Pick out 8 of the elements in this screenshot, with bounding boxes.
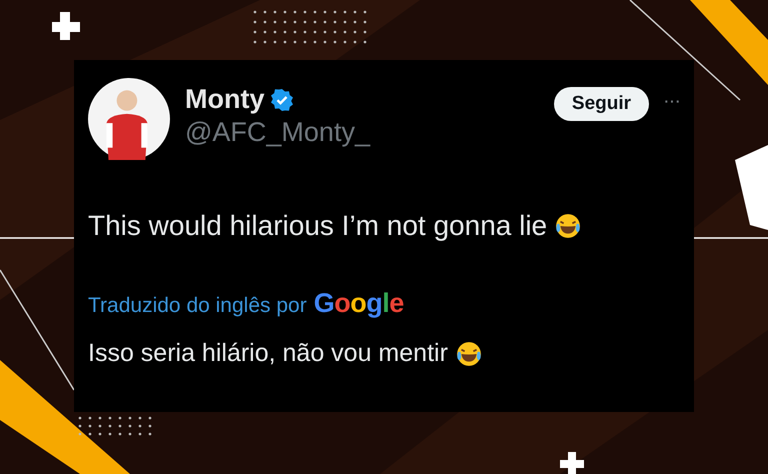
google-logo: Google — [314, 288, 404, 319]
display-name: Monty — [185, 84, 264, 115]
translation-link[interactable]: Traduzido do inglês por — [88, 294, 307, 318]
more-options-icon[interactable]: ··· — [663, 90, 680, 113]
follow-button[interactable]: Seguir — [554, 87, 650, 121]
translated-text: Isso seria hilário, não vou mentir — [88, 339, 448, 368]
user-handle: @AFC_Monty_ — [185, 117, 372, 148]
tweet-text: This would hilarious I’m not gonna lie — [88, 210, 548, 242]
